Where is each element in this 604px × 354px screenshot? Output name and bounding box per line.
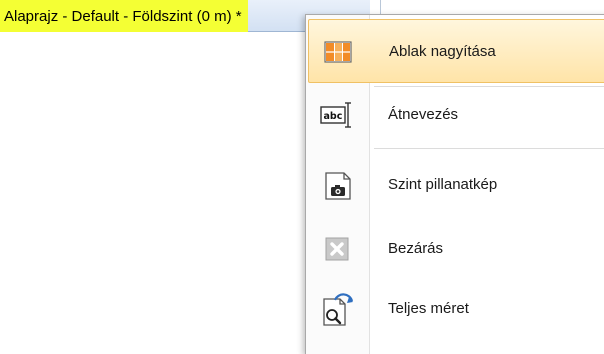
context-menu: Ablak nagyítása abc Átnevezés Szint pill… — [305, 14, 604, 354]
menu-item-label: Ablak nagyítása — [389, 43, 496, 60]
menu-item-label: Átnevezés — [388, 106, 459, 123]
menu-item-close[interactable]: Bezárás — [308, 217, 604, 281]
svg-text:abc: abc — [324, 111, 343, 122]
menu-separator — [374, 148, 604, 149]
menu-item-level-snapshot[interactable]: Szint pillanatkép — [308, 153, 604, 217]
maximize-window-icon — [321, 34, 357, 70]
snapshot-camera-icon — [320, 167, 356, 203]
rename-abc-icon: abc — [320, 97, 356, 133]
full-size-zoom-icon — [320, 291, 356, 327]
menu-item-label: Teljes méret — [388, 300, 469, 317]
menu-item-full-size[interactable]: Teljes méret — [308, 277, 604, 341]
close-x-icon — [320, 231, 356, 267]
tab-title: Alaprajz - Default - Földszint (0 m) * — [0, 0, 248, 32]
menu-item-rename[interactable]: abc Átnevezés — [308, 83, 604, 147]
menu-item-label: Szint pillanatkép — [388, 176, 498, 193]
menu-item-maximize-window[interactable]: Ablak nagyítása — [308, 19, 604, 83]
menu-item-label: Bezárás — [388, 240, 444, 257]
